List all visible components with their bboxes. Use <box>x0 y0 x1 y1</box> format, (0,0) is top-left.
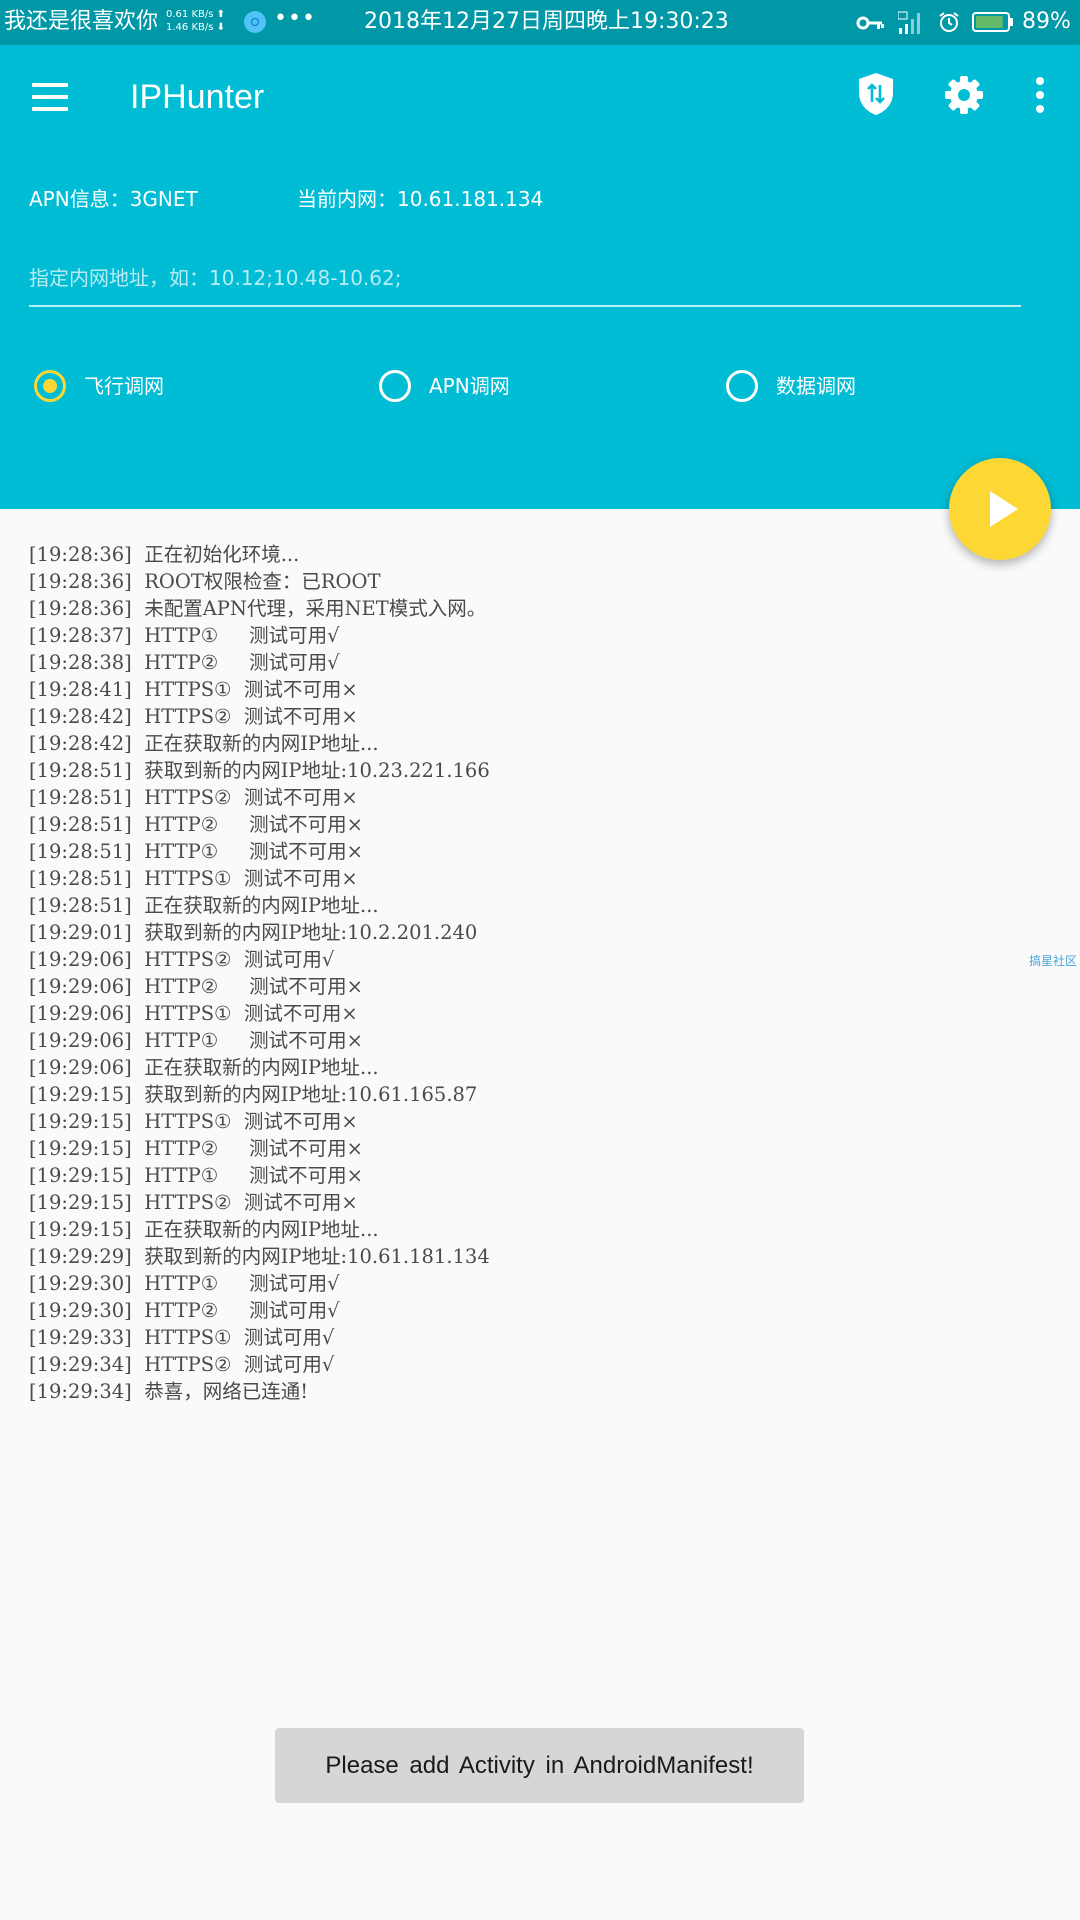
log-line: [19:29:06] 正在获取新的内网IP地址... <box>29 1056 379 1079</box>
log-line: [19:28:36] ROOT权限检查：已ROOT <box>29 570 381 593</box>
log-line: [19:29:06] HTTP① 测试不可用× <box>29 1029 364 1052</box>
search-icon <box>244 11 266 33</box>
upload-speed: 0.61 KB/s <box>166 9 214 20</box>
key-icon <box>856 16 884 30</box>
log-line: [19:28:51] 获取到新的内网IP地址:10.23.221.166 <box>29 759 490 782</box>
toast-message: Please add Activity in AndroidManifest! <box>275 1728 804 1803</box>
more-notifications-icon: ••• <box>274 6 316 31</box>
log-line: [19:29:06] HTTPS① 测试不可用× <box>29 1002 358 1025</box>
mode-data-label: 数据调网 <box>776 374 856 398</box>
network-speed: 0.61 KB/s ⬆ 1.46 KB/s ⬇ <box>166 8 225 34</box>
alarm-icon <box>939 12 959 32</box>
carrier-name: 我还是很喜欢你 <box>4 9 159 34</box>
log-line: [19:28:42] 正在获取新的内网IP地址... <box>29 732 379 755</box>
log-line: [19:28:37] HTTP① 测试可用√ <box>29 624 340 647</box>
log-line: [19:28:42] HTTPS② 测试不可用× <box>29 705 358 728</box>
upload-arrow-icon: ⬆ <box>216 9 226 20</box>
download-speed: 1.46 KB/s <box>166 22 214 33</box>
log-line: [19:29:15] HTTPS② 测试不可用× <box>29 1191 358 1214</box>
log-line: [19:28:51] HTTP① 测试不可用× <box>29 840 364 863</box>
intranet-address-input[interactable] <box>29 251 1021 307</box>
radio-circle-icon <box>34 370 66 402</box>
log-line: [19:28:51] HTTPS① 测试不可用× <box>29 867 358 890</box>
status-bar: 我还是很喜欢你 0.61 KB/s ⬆ 1.46 KB/s ⬇ ••• 2018… <box>0 0 1080 45</box>
shield-icon[interactable] <box>856 71 896 117</box>
log-line: [19:28:41] HTTPS① 测试不可用× <box>29 678 358 701</box>
battery-level-fill <box>976 16 1003 28</box>
log-line: [19:29:29] 获取到新的内网IP地址:10.61.181.134 <box>29 1245 490 1268</box>
log-line: [19:28:36] 未配置APN代理，采用NET模式入网。 <box>29 597 487 620</box>
log-line: [19:29:06] HTTP② 测试不可用× <box>29 975 364 998</box>
status-datetime: 2018年12月27日周四晚上19:30:23 <box>364 9 729 34</box>
more-vert-icon[interactable] <box>1030 75 1050 115</box>
menu-icon[interactable] <box>32 83 68 111</box>
log-line: [19:29:15] 正在获取新的内网IP地址... <box>29 1218 379 1241</box>
app-header: IPHunter APN信息：3GNET 当前内网：10.61.181.134 … <box>0 45 1080 509</box>
log-line: [19:28:38] HTTP② 测试可用√ <box>29 651 340 674</box>
watermark: 搞星社区 <box>1029 954 1078 968</box>
download-arrow-icon: ⬇ <box>216 22 226 33</box>
apn-info: APN信息：3GNET <box>29 187 198 211</box>
log-line: [19:29:15] HTTP① 测试不可用× <box>29 1164 364 1187</box>
log-line: [19:29:15] 获取到新的内网IP地址:10.61.165.87 <box>29 1083 478 1106</box>
mode-airplane-label: 飞行调网 <box>84 374 164 398</box>
log-line: [19:29:34] 恭喜，网络已连通! <box>29 1380 309 1403</box>
app-title: IPHunter <box>130 78 265 116</box>
log-line: [19:29:30] HTTP② 测试可用√ <box>29 1299 340 1322</box>
log-line: [19:29:15] HTTPS① 测试不可用× <box>29 1110 358 1133</box>
log-line: [19:29:01] 获取到新的内网IP地址:10.2.201.240 <box>29 921 478 944</box>
signal-icon <box>898 11 920 34</box>
log-line: [19:29:06] HTTPS② 测试可用√ <box>29 948 335 971</box>
log-line: [19:28:51] HTTP② 测试不可用× <box>29 813 364 836</box>
log-line: [19:29:33] HTTPS① 测试可用√ <box>29 1326 335 1349</box>
battery-icon <box>972 12 1013 32</box>
log-line: [19:29:34] HTTPS② 测试可用√ <box>29 1353 335 1376</box>
radio-circle-icon <box>379 370 411 402</box>
current-intranet-ip: 当前内网：10.61.181.134 <box>297 187 544 211</box>
gear-icon[interactable] <box>944 75 984 115</box>
log-line: [19:28:51] 正在获取新的内网IP地址... <box>29 894 379 917</box>
mode-apn-label: APN调网 <box>429 374 510 398</box>
battery-percent: 89% <box>1022 9 1071 34</box>
log-line: [19:29:30] HTTP① 测试可用√ <box>29 1272 340 1295</box>
play-icon <box>990 491 1018 527</box>
log-line: [19:28:51] HTTPS② 测试不可用× <box>29 786 358 809</box>
log-list: [19:28:36] 正在初始化环境... [19:28:36] ROOT权限检查… <box>29 541 989 1405</box>
log-line: [19:29:15] HTTP② 测试不可用× <box>29 1137 364 1160</box>
radio-circle-icon <box>726 370 758 402</box>
log-line: [19:28:36] 正在初始化环境... <box>29 543 300 566</box>
